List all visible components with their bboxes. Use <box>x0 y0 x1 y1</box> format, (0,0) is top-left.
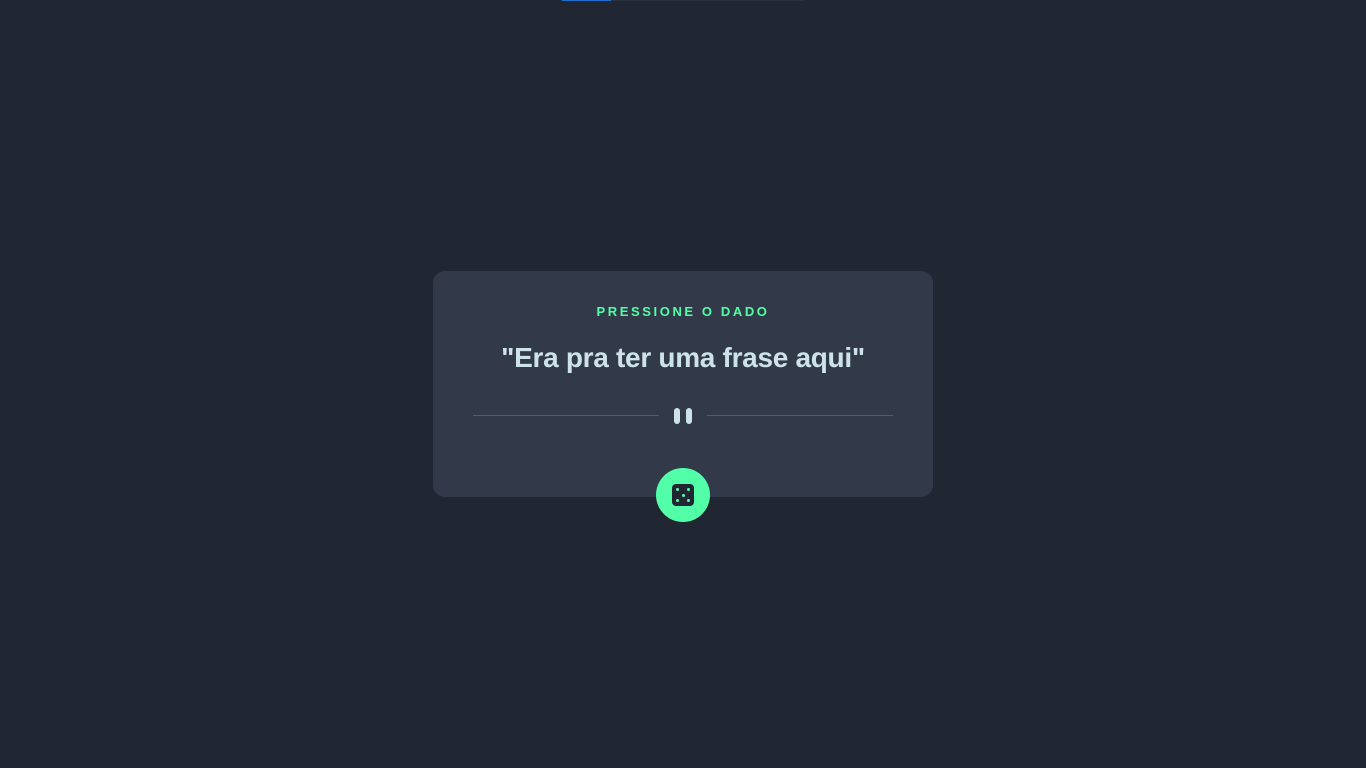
advice-quote: "Era pra ter uma frase aqui" <box>501 342 865 373</box>
divider-line-right <box>707 415 893 416</box>
divider <box>473 406 893 426</box>
pause-bar-right <box>686 408 692 424</box>
top-progress-track <box>562 0 804 1</box>
advice-label: PRESSIONE O DADO <box>596 304 770 319</box>
dice-pip <box>676 488 679 491</box>
top-progress-fill <box>562 0 611 1</box>
advice-card: PRESSIONE O DADO "Era pra ter uma frase … <box>433 271 933 522</box>
divider-line-left <box>473 415 659 416</box>
dice-pip <box>687 488 690 491</box>
dice-pip <box>687 499 690 502</box>
dice-pip <box>676 499 679 502</box>
pause-icon <box>673 408 693 424</box>
pause-bar-left <box>674 408 680 424</box>
dice-pip <box>681 493 685 497</box>
dice-icon <box>672 484 694 506</box>
dice-button[interactable] <box>656 468 710 522</box>
